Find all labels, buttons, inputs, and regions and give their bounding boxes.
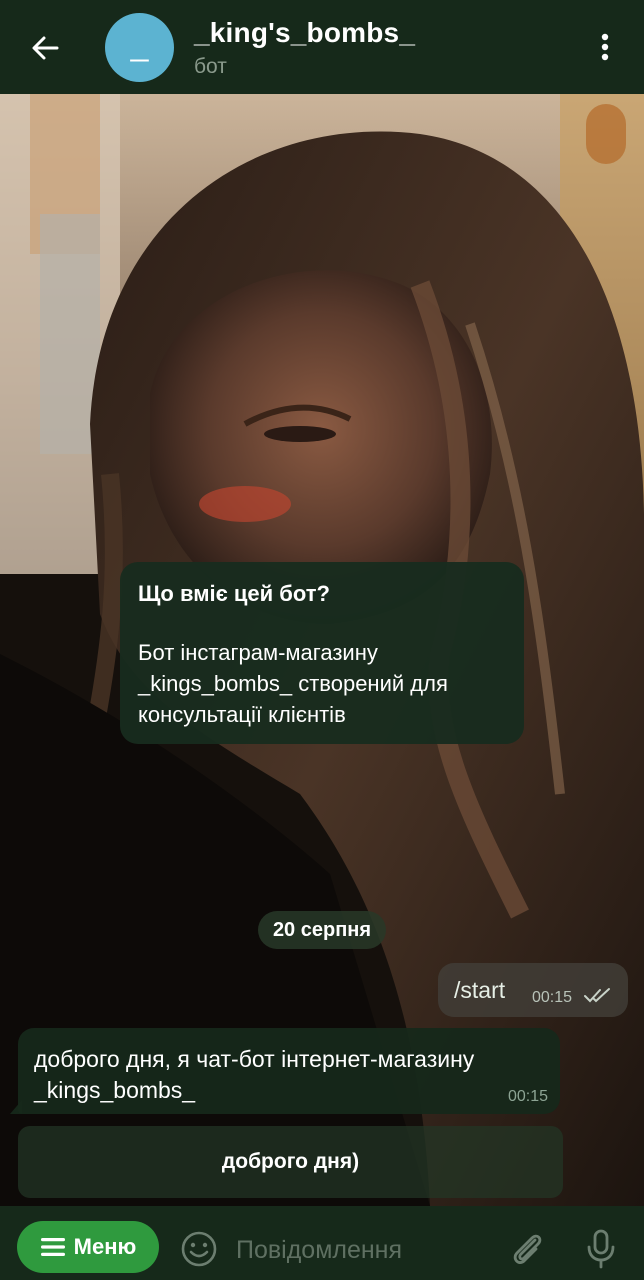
message-input[interactable] [236, 1228, 496, 1272]
menu-lines-icon [40, 1238, 65, 1256]
bot-info-description: Бот інстаграм-магазину _kings_bombs_ ств… [138, 640, 448, 727]
inline-keyboard-button[interactable]: доброго дня) [18, 1126, 563, 1198]
paperclip-icon [513, 1234, 542, 1264]
back-button[interactable] [22, 26, 68, 70]
chat-subtitle: бот [194, 55, 227, 78]
message-time: 00:15 [507, 1088, 548, 1105]
message-text: /start [454, 977, 506, 1003]
emoji-button[interactable] [178, 1228, 220, 1270]
attach-button[interactable] [505, 1226, 549, 1272]
message-text: доброго дня, я чат-бот інтернет-магазину… [34, 1046, 475, 1103]
microphone-icon [587, 1229, 615, 1269]
back-arrow-icon [32, 36, 59, 60]
bot-info-title: Що вміє цей бот? [138, 581, 330, 606]
emoji-icon [181, 1231, 217, 1267]
more-options-button[interactable] [584, 24, 626, 70]
chat-header: _ _king's_bombs_ бот [0, 0, 644, 94]
more-vertical-icon [601, 33, 609, 61]
message-input-bar: Меню [0, 1206, 644, 1280]
double-check-icon [584, 988, 610, 1003]
menu-button-label: Меню [73, 1234, 137, 1259]
outgoing-message[interactable]: /start 00:15 [438, 963, 628, 1017]
chat-title[interactable]: _king's_bombs_ [194, 17, 415, 49]
message-time: 00:15 [532, 989, 573, 1006]
avatar[interactable]: _ [105, 13, 174, 82]
bot-info-card: Що вміє цей бот? Бот інстаграм-магазину … [120, 562, 524, 744]
date-separator: 20 серпня [258, 911, 386, 949]
microphone-button[interactable] [581, 1226, 621, 1272]
menu-button[interactable]: Меню [17, 1221, 159, 1273]
incoming-message[interactable]: доброго дня, я чат-бот інтернет-магазину… [18, 1028, 560, 1114]
